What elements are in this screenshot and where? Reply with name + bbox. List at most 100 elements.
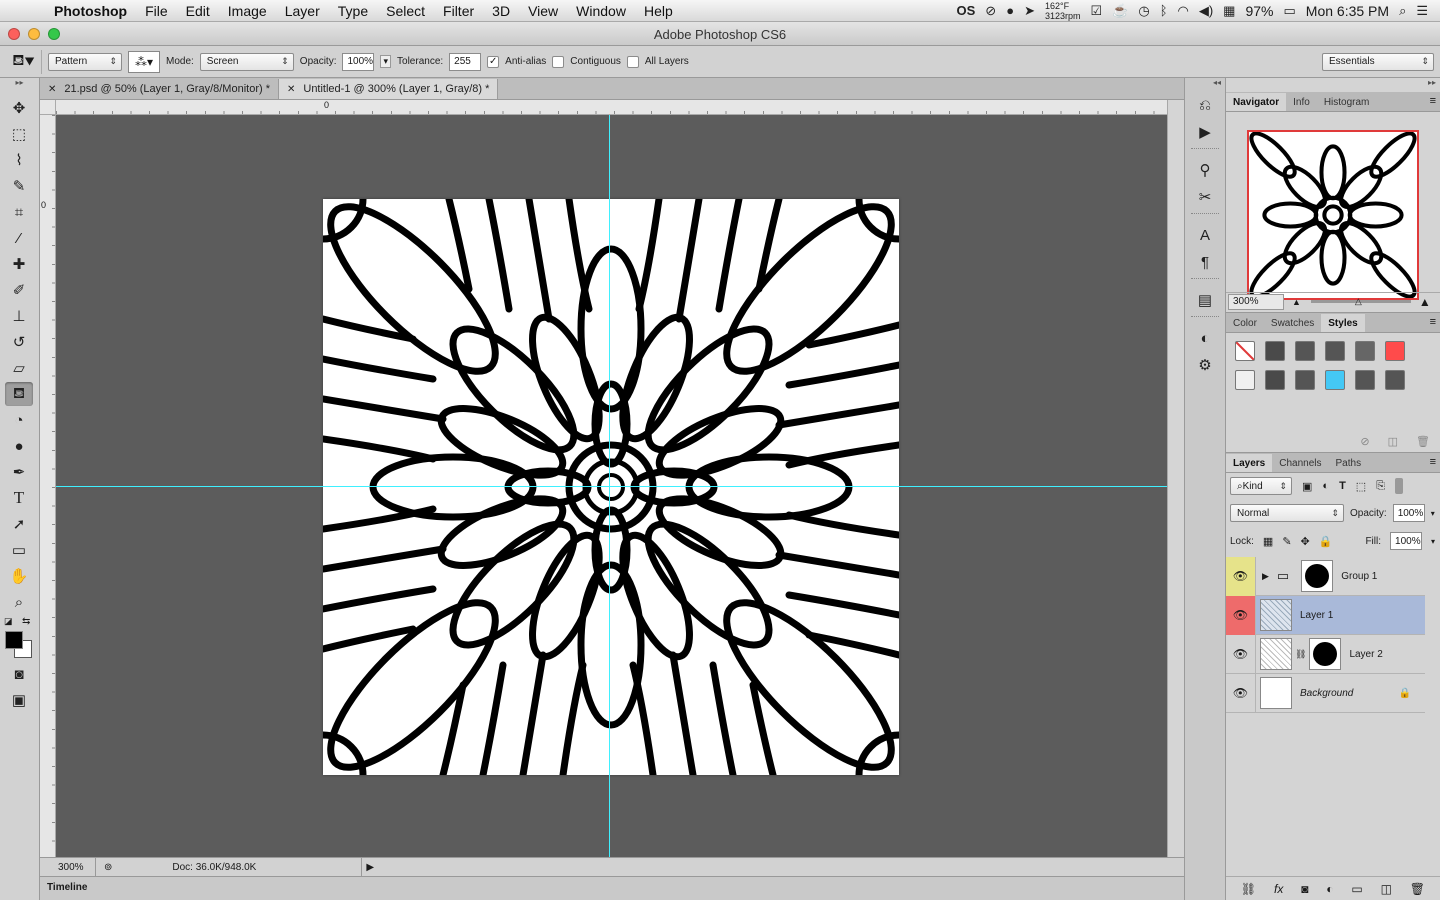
navigator-thumbnail[interactable] <box>1247 130 1419 300</box>
kind-filter-dropdown[interactable]: ⌕ Kind <box>1230 477 1292 495</box>
filter-smart-object-icon[interactable]: ⎘ <box>1376 480 1385 493</box>
layer-mask-thumbnail[interactable] <box>1309 638 1342 670</box>
cup-icon[interactable]: ☕ <box>1112 3 1128 19</box>
brush-tool-icon[interactable]: ✐ <box>5 278 33 302</box>
crop-tool-icon[interactable]: ⌗ <box>5 200 33 224</box>
send-icon[interactable]: ➤ <box>1024 3 1035 19</box>
menu-select[interactable]: Select <box>377 3 434 19</box>
mode-dropdown[interactable]: Screen <box>199 52 294 71</box>
layer-name[interactable]: Group 1 <box>1341 571 1377 582</box>
opacity-field[interactable]: 100% <box>342 52 375 71</box>
menu-layer[interactable]: Layer <box>276 3 329 19</box>
status-options-icon[interactable]: ⊚ <box>104 862 112 873</box>
layer-thumbnail[interactable] <box>1260 599 1292 631</box>
new-layer-icon[interactable]: ◫ <box>1381 882 1392 896</box>
menu-image[interactable]: Image <box>219 3 276 19</box>
delete-style-icon[interactable]: 🗑 <box>1416 435 1430 448</box>
fill-source-dropdown[interactable]: Pattern <box>48 52 122 71</box>
close-tab-icon[interactable]: ✕ <box>48 84 56 95</box>
adjustments-panel-icon[interactable]: ◐ <box>1192 326 1218 350</box>
rectangle-tool-icon[interactable]: ▭ <box>5 538 33 562</box>
default-colors-icon[interactable]: ◪ <box>4 616 13 627</box>
fill-arrow-icon[interactable]: ▾ <box>1431 537 1435 546</box>
antialias-checkbox[interactable]: ✓ <box>487 55 500 68</box>
bluetooth-icon[interactable]: ᛒ <box>1160 3 1168 18</box>
lock-all-icon[interactable]: 🔒 <box>1319 535 1333 548</box>
notification-icon[interactable]: ☰ <box>1416 3 1428 19</box>
pen-tool-icon[interactable]: ✒ <box>5 460 33 484</box>
canvas-area[interactable] <box>56 115 1167 857</box>
workspace-dropdown[interactable]: Essentials <box>1322 52 1434 71</box>
menu-edit[interactable]: Edit <box>177 3 219 19</box>
horizontal-ruler[interactable]: 0 <box>56 100 1168 115</box>
contiguous-checkbox[interactable] <box>552 55 565 68</box>
tab-info[interactable]: Info <box>1286 93 1317 111</box>
style-swatch[interactable] <box>1325 341 1345 361</box>
zoom-in-icon[interactable]: ▲ <box>1419 295 1431 309</box>
new-style-icon[interactable]: ◫ <box>1388 435 1398 448</box>
tolerance-field[interactable]: 255 <box>449 52 482 71</box>
fill-field[interactable]: 100% <box>1390 532 1423 550</box>
foreground-color-swatch[interactable] <box>5 631 23 649</box>
tool-presets-icon[interactable]: ✂ <box>1192 185 1218 209</box>
style-swatch[interactable] <box>1325 370 1345 390</box>
menu-file[interactable]: File <box>136 3 177 19</box>
style-swatch[interactable] <box>1265 341 1285 361</box>
new-group-icon[interactable]: ▭ <box>1351 882 1362 896</box>
tools-collapse-icon[interactable]: ▸▸ <box>0 78 39 94</box>
menu-app[interactable]: Photoshop <box>54 3 136 19</box>
lock-pixels-icon[interactable]: ✎ <box>1282 535 1291 548</box>
healing-brush-tool-icon[interactable]: ✚ <box>5 252 33 276</box>
layer-row-group-1[interactable]: 👁 ▶ ▭ Group 1 <box>1226 556 1425 596</box>
panel-menu-icon[interactable]: ≡ <box>1430 95 1436 107</box>
tab-21-psd[interactable]: ✕ 21.psd @ 50% (Layer 1, Gray/8/Monitor) … <box>40 79 279 99</box>
check-icon[interactable]: ☑ <box>1091 3 1103 19</box>
marquee-tool-icon[interactable]: ⬚ <box>5 122 33 146</box>
panels-collapse-icon[interactable]: ▸▸ <box>1226 78 1440 92</box>
time-machine-icon[interactable]: ◷ <box>1138 3 1149 19</box>
paint-bucket-tool-icon[interactable]: ⛾ <box>5 382 33 406</box>
add-mask-icon[interactable]: ◙ <box>1301 882 1308 896</box>
brush-panel-icon[interactable]: ⚲ <box>1192 158 1218 182</box>
link-layers-icon[interactable]: ⛓ <box>1241 882 1256 896</box>
swap-colors-icon[interactable]: ⇆ <box>22 616 30 627</box>
status-menu-arrow-icon[interactable]: ▶ <box>366 862 374 873</box>
filter-adjustment-icon[interactable]: ◐ <box>1322 480 1329 492</box>
vertical-scrollbar[interactable] <box>1167 100 1184 857</box>
history-brush-tool-icon[interactable]: ↺ <box>5 330 33 354</box>
expand-group-icon[interactable]: ▶ <box>1262 571 1269 582</box>
zoom-tool-icon[interactable]: ⌕ <box>5 590 33 614</box>
strip-collapse-icon[interactable]: ◂◂ <box>1185 78 1225 90</box>
dodge-tool-icon[interactable]: ● <box>5 434 33 458</box>
all-layers-checkbox[interactable] <box>626 55 639 68</box>
zoom-field[interactable]: 300% <box>40 858 96 876</box>
panel-menu-icon[interactable]: ≡ <box>1430 456 1436 468</box>
tab-swatches[interactable]: Swatches <box>1264 314 1321 332</box>
ruler-corner[interactable] <box>40 100 56 115</box>
layer-row-layer-1[interactable]: 👁 Layer 1 <box>1226 595 1425 635</box>
quick-mask-icon[interactable]: ◙ <box>5 662 33 686</box>
lasso-tool-icon[interactable]: ⌇ <box>5 148 33 172</box>
spotlight-icon[interactable]: ⌕ <box>1399 3 1406 19</box>
style-swatch[interactable] <box>1385 370 1405 390</box>
style-swatch[interactable] <box>1355 341 1375 361</box>
type-tool-icon[interactable]: T <box>5 486 33 510</box>
calendar-icon[interactable]: ▦ <box>1223 3 1235 19</box>
battery-icon[interactable]: ▭ <box>1284 3 1296 19</box>
block-icon[interactable]: ⊘ <box>985 3 996 19</box>
style-swatch[interactable] <box>1235 370 1255 390</box>
hand-tool-icon[interactable]: ✋ <box>5 564 33 588</box>
path-select-tool-icon[interactable]: ➚ <box>5 512 33 536</box>
lock-position-icon[interactable]: ✥ <box>1301 535 1310 548</box>
properties-panel-icon[interactable]: ⚙ <box>1192 353 1218 377</box>
panel-menu-icon[interactable]: ≡ <box>1430 316 1436 328</box>
actions-panel-icon[interactable]: ▶ <box>1192 120 1218 144</box>
layer-opacity-arrow-icon[interactable]: ▾ <box>1431 509 1435 518</box>
tab-paths[interactable]: Paths <box>1329 454 1369 472</box>
style-swatch[interactable] <box>1295 341 1315 361</box>
navigator-zoom-slider[interactable]: △ <box>1310 296 1411 306</box>
menu-window[interactable]: Window <box>567 3 635 19</box>
style-swatch-none[interactable] <box>1235 341 1255 361</box>
close-tab-icon[interactable]: ✕ <box>287 84 295 95</box>
style-swatch[interactable] <box>1265 370 1285 390</box>
